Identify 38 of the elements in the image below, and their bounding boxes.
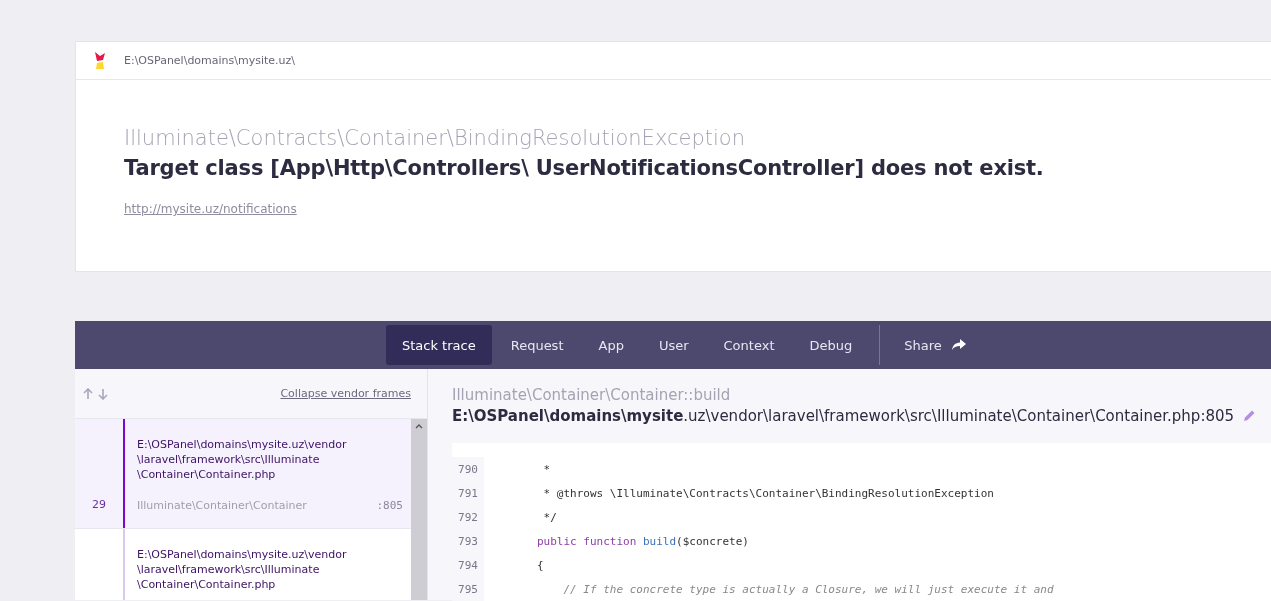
share-tab[interactable]: Share (888, 325, 982, 365)
nav-tab[interactable]: Context (707, 325, 791, 365)
code-line: */ (542, 509, 558, 526)
nav-tab[interactable]: Debug (793, 325, 869, 365)
line-number: 793 (457, 533, 479, 550)
line-number: 790 (457, 461, 479, 478)
frame-file: E:\OSPanel\domains\mysite.uz\vendor \laravel\framework\src\Illuminate \Container\Container.php (137, 547, 348, 592)
scrollbar[interactable] (411, 419, 427, 600)
code-line: * (542, 461, 552, 478)
line-number: 792 (457, 509, 479, 526)
code-line: * @throws \Illuminate\Contracts\Container\BindingResolutionException (542, 485, 995, 502)
line-number: 795 (457, 581, 479, 598)
nav-tab[interactable]: Request (494, 325, 580, 365)
logo-icon (94, 51, 106, 70)
code-line: public function build($concrete) (535, 533, 750, 550)
frame-method: Illuminate\Container\Container::build (452, 386, 732, 404)
nav-tab[interactable]: App (582, 325, 640, 365)
share-arrow-icon (951, 339, 966, 351)
stack-frame[interactable]: 29 E:\OSPanel\domains\mysite.uz\vendor \laravel\framework\src\Illuminate \Container\Container.php Illuminate\Container\Container :805 (75, 419, 411, 529)
code-line: { (535, 557, 545, 574)
up-down-arrows-icon (83, 387, 109, 400)
project-path: E:\OSPanel\domains\mysite.uz\ (124, 54, 296, 67)
pencil-icon (1242, 409, 1257, 423)
nav-tab[interactable]: User (642, 325, 705, 365)
frame-number: 29 (92, 498, 106, 511)
nav-tab[interactable]: Stack trace (386, 325, 492, 365)
stack-frame[interactable]: E:\OSPanel\domains\mysite.uz\vendor \laravel\framework\src\Illuminate \Container\Container.php (75, 529, 411, 600)
line-number: 794 (457, 557, 479, 574)
exception-message: Target class [App\Http\Controllers\ UserNotificationsController] does not exist. (124, 156, 1045, 180)
code-line: // If the concrete type is actually a Closure, we will just execute it and (562, 581, 1055, 598)
frame-file-path: E:\OSPanel\domains\mysite.uz\vendor\laravel\framework\src\Illuminate\Container\Container.php:805 (452, 407, 1235, 425)
frame-line: :805 (376, 499, 403, 512)
scroll-up-icon (415, 423, 423, 429)
line-number: 791 (457, 485, 479, 502)
exception-class: Illuminate\Contracts\Container\BindingResolutionException (124, 126, 746, 150)
frame-file: E:\OSPanel\domains\mysite.uz\vendor \laravel\framework\src\Illuminate \Container\Container.php (137, 437, 348, 482)
collapse-vendor-frames-link[interactable]: Collapse vendor frames (280, 387, 411, 400)
frame-class: Illuminate\Container\Container (137, 499, 307, 512)
